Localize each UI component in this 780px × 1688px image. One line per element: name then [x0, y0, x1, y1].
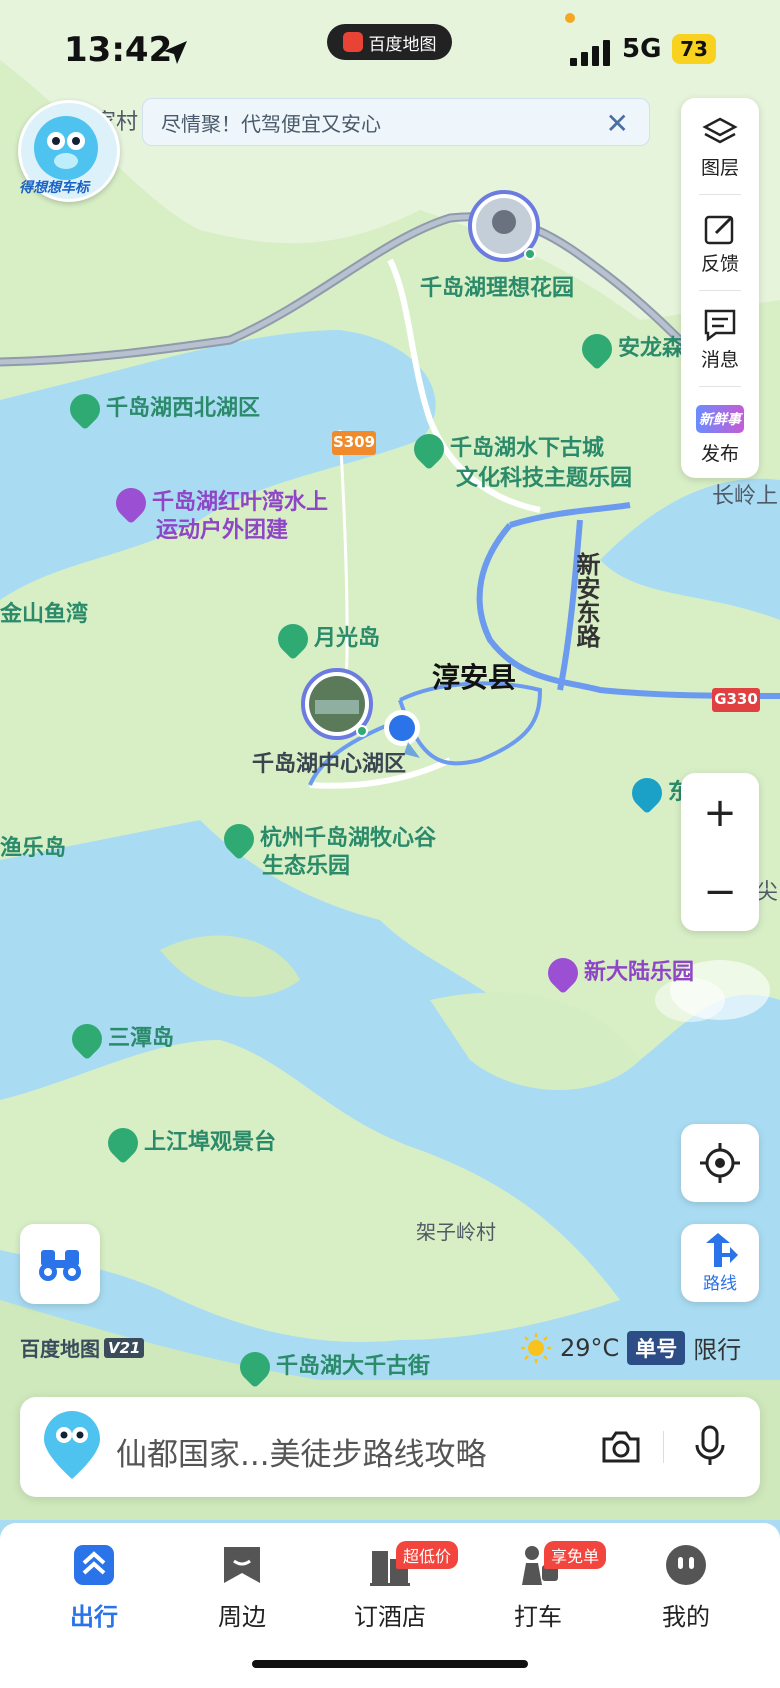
tab-travel-label: 出行 [70, 1603, 118, 1631]
park-icon [407, 427, 451, 471]
road-label-s309: S309 [332, 433, 376, 451]
route-button[interactable]: 路线 [681, 1224, 759, 1302]
messages-button[interactable]: 消息 [681, 292, 759, 384]
road-label-xinan-east: 新安东路 [572, 552, 600, 648]
poi-flower-garden[interactable]: 千岛湖理想花园 [420, 270, 574, 302]
logo-badge[interactable]: 得想想车标 [18, 100, 120, 202]
poi-northwest-lake[interactable]: 千岛湖西北湖区 [63, 387, 260, 431]
poi-jinshan-bay[interactable]: 金山鱼湾 [0, 596, 88, 628]
weather-widget[interactable]: 29°C 单号 限行 [520, 1330, 741, 1365]
publish-label: 发布 [700, 442, 739, 465]
locate-me-button[interactable] [681, 1124, 759, 1202]
messages-label: 消息 [700, 348, 739, 371]
forest-icon [233, 1345, 277, 1389]
app-pill-label: 百度地图 [368, 34, 437, 55]
edit-icon [702, 209, 738, 249]
poi-jiaziling[interactable]: 架子岭村 [416, 1216, 496, 1245]
ferry-icon [625, 771, 669, 815]
camera-icon[interactable] [600, 1429, 642, 1465]
battery-level: 73 [680, 37, 708, 61]
message-icon [702, 305, 738, 345]
poi-shangjiangbu[interactable]: 上江埠观景台 [101, 1121, 276, 1165]
poi-new-continent[interactable]: 新大陆乐园 [541, 951, 694, 995]
brand-name: 百度地图 [20, 1337, 100, 1361]
battery-indicator: 73 [672, 34, 716, 64]
publish-button[interactable]: 新鲜事 发布 [681, 386, 759, 478]
tab-hotel-label: 订酒店 [354, 1603, 426, 1631]
feedback-button[interactable]: 反馈 [681, 196, 759, 288]
poi-santan-island[interactable]: 三潭岛 [65, 1017, 174, 1061]
tab-hotel[interactable]: 订酒店 超低价 [330, 1541, 459, 1643]
route-arrow-icon [706, 1232, 738, 1267]
brand-watermark: 百度地图 V21 [20, 1333, 145, 1362]
forest-icon [575, 327, 619, 371]
poi-underwater-city[interactable]: 千岛湖水下古城 [407, 427, 604, 471]
tab-taxi-label: 打车 [514, 1603, 562, 1631]
layers-label: 图层 [700, 156, 739, 179]
map-tools-panel: 图层 反馈 消息 新鲜事 发布 [681, 98, 759, 478]
search-input[interactable]: 仙都国家...美徒步路线攻略 [116, 1429, 487, 1474]
tab-nearby-label: 周边 [218, 1603, 266, 1631]
gamepad-icon [541, 951, 585, 995]
road-label-g330: G330 [714, 690, 758, 708]
poi-changling[interactable]: 长岭上 [712, 478, 778, 510]
app-pill[interactable]: 百度地图 [327, 24, 452, 60]
signal-icon [570, 40, 610, 66]
news-icon: 新鲜事 [696, 399, 744, 439]
poi-center-lake[interactable]: 千岛湖中心湖区 [252, 746, 406, 778]
zoom-in-button[interactable]: + [681, 773, 759, 852]
layers-button[interactable]: 图层 [681, 100, 759, 192]
zoom-out-button[interactable]: − [681, 852, 759, 931]
restriction-label: 限行 [693, 1336, 742, 1364]
nearby-icon [224, 1547, 260, 1583]
temperature: 29°C [560, 1333, 620, 1362]
poi-anlong[interactable]: 安龙森 [575, 327, 684, 371]
status-time: 13:42 [64, 30, 173, 70]
poi-jian[interactable]: 尖 [756, 874, 778, 906]
search-bar[interactable]: 仙都国家...美徒步路线攻略 [20, 1397, 760, 1497]
sun-icon [521, 1332, 551, 1363]
poi-moonlight-island[interactable]: 月光岛 [271, 617, 380, 661]
tab-travel[interactable]: 出行 [34, 1543, 154, 1643]
gamepad-icon [109, 481, 153, 525]
forest-icon [63, 387, 107, 431]
forest-icon [65, 1017, 109, 1061]
tab-mine-label: 我的 [662, 1603, 710, 1631]
forest-icon [271, 617, 315, 661]
promo-banner[interactable]: 尽情聚！代驾便宜又安心 ✕ [142, 98, 650, 146]
assistant-mascot-icon[interactable] [40, 1409, 104, 1483]
tab-nearby[interactable]: 周边 [182, 1543, 302, 1643]
profile-icon [666, 1545, 706, 1585]
baidu-maps-logo-icon [342, 32, 363, 52]
tab-mine[interactable]: 我的 [626, 1543, 746, 1643]
poi-muxingu-line2[interactable]: 生态乐园 [262, 848, 350, 880]
crosshair-icon [700, 1143, 740, 1183]
forest-icon [101, 1121, 145, 1165]
close-icon[interactable]: ✕ [606, 107, 629, 140]
forest-icon [217, 817, 261, 861]
microphone-icon[interactable] [692, 1425, 728, 1467]
poi-daqian-street[interactable]: 千岛湖大千古街 [233, 1345, 430, 1389]
tab-hotel-badge: 超低价 [396, 1541, 459, 1569]
location-arrow-icon [164, 41, 187, 64]
plate-restriction-badge: 单号 [627, 1330, 686, 1365]
binoculars-icon [39, 1250, 81, 1281]
promo-banner-text: 尽情聚！代驾便宜又安心 [161, 111, 381, 136]
brand-version: V21 [104, 1337, 145, 1358]
home-indicator [252, 1660, 528, 1668]
explore-button[interactable] [20, 1224, 100, 1304]
poi-redleaf-bay-line2[interactable]: 运动户外团建 [156, 512, 288, 544]
feedback-label: 反馈 [700, 252, 739, 275]
tab-taxi[interactable]: 打车 享免单 [478, 1541, 607, 1643]
poi-fishing-island[interactable]: 渔乐岛 [0, 830, 66, 862]
network-label: 5G [622, 34, 662, 64]
layers-icon [702, 113, 738, 153]
tab-taxi-badge: 享免单 [544, 1541, 607, 1569]
poi-underwater-city-line2[interactable]: 文化科技主题乐园 [456, 460, 632, 492]
travel-icon [74, 1545, 114, 1585]
county-label: 淳安县 [432, 661, 517, 694]
route-label: 路线 [703, 1273, 737, 1294]
zoom-control: + − [681, 773, 759, 931]
logo-badge-label: 得想想车标 [19, 180, 89, 196]
